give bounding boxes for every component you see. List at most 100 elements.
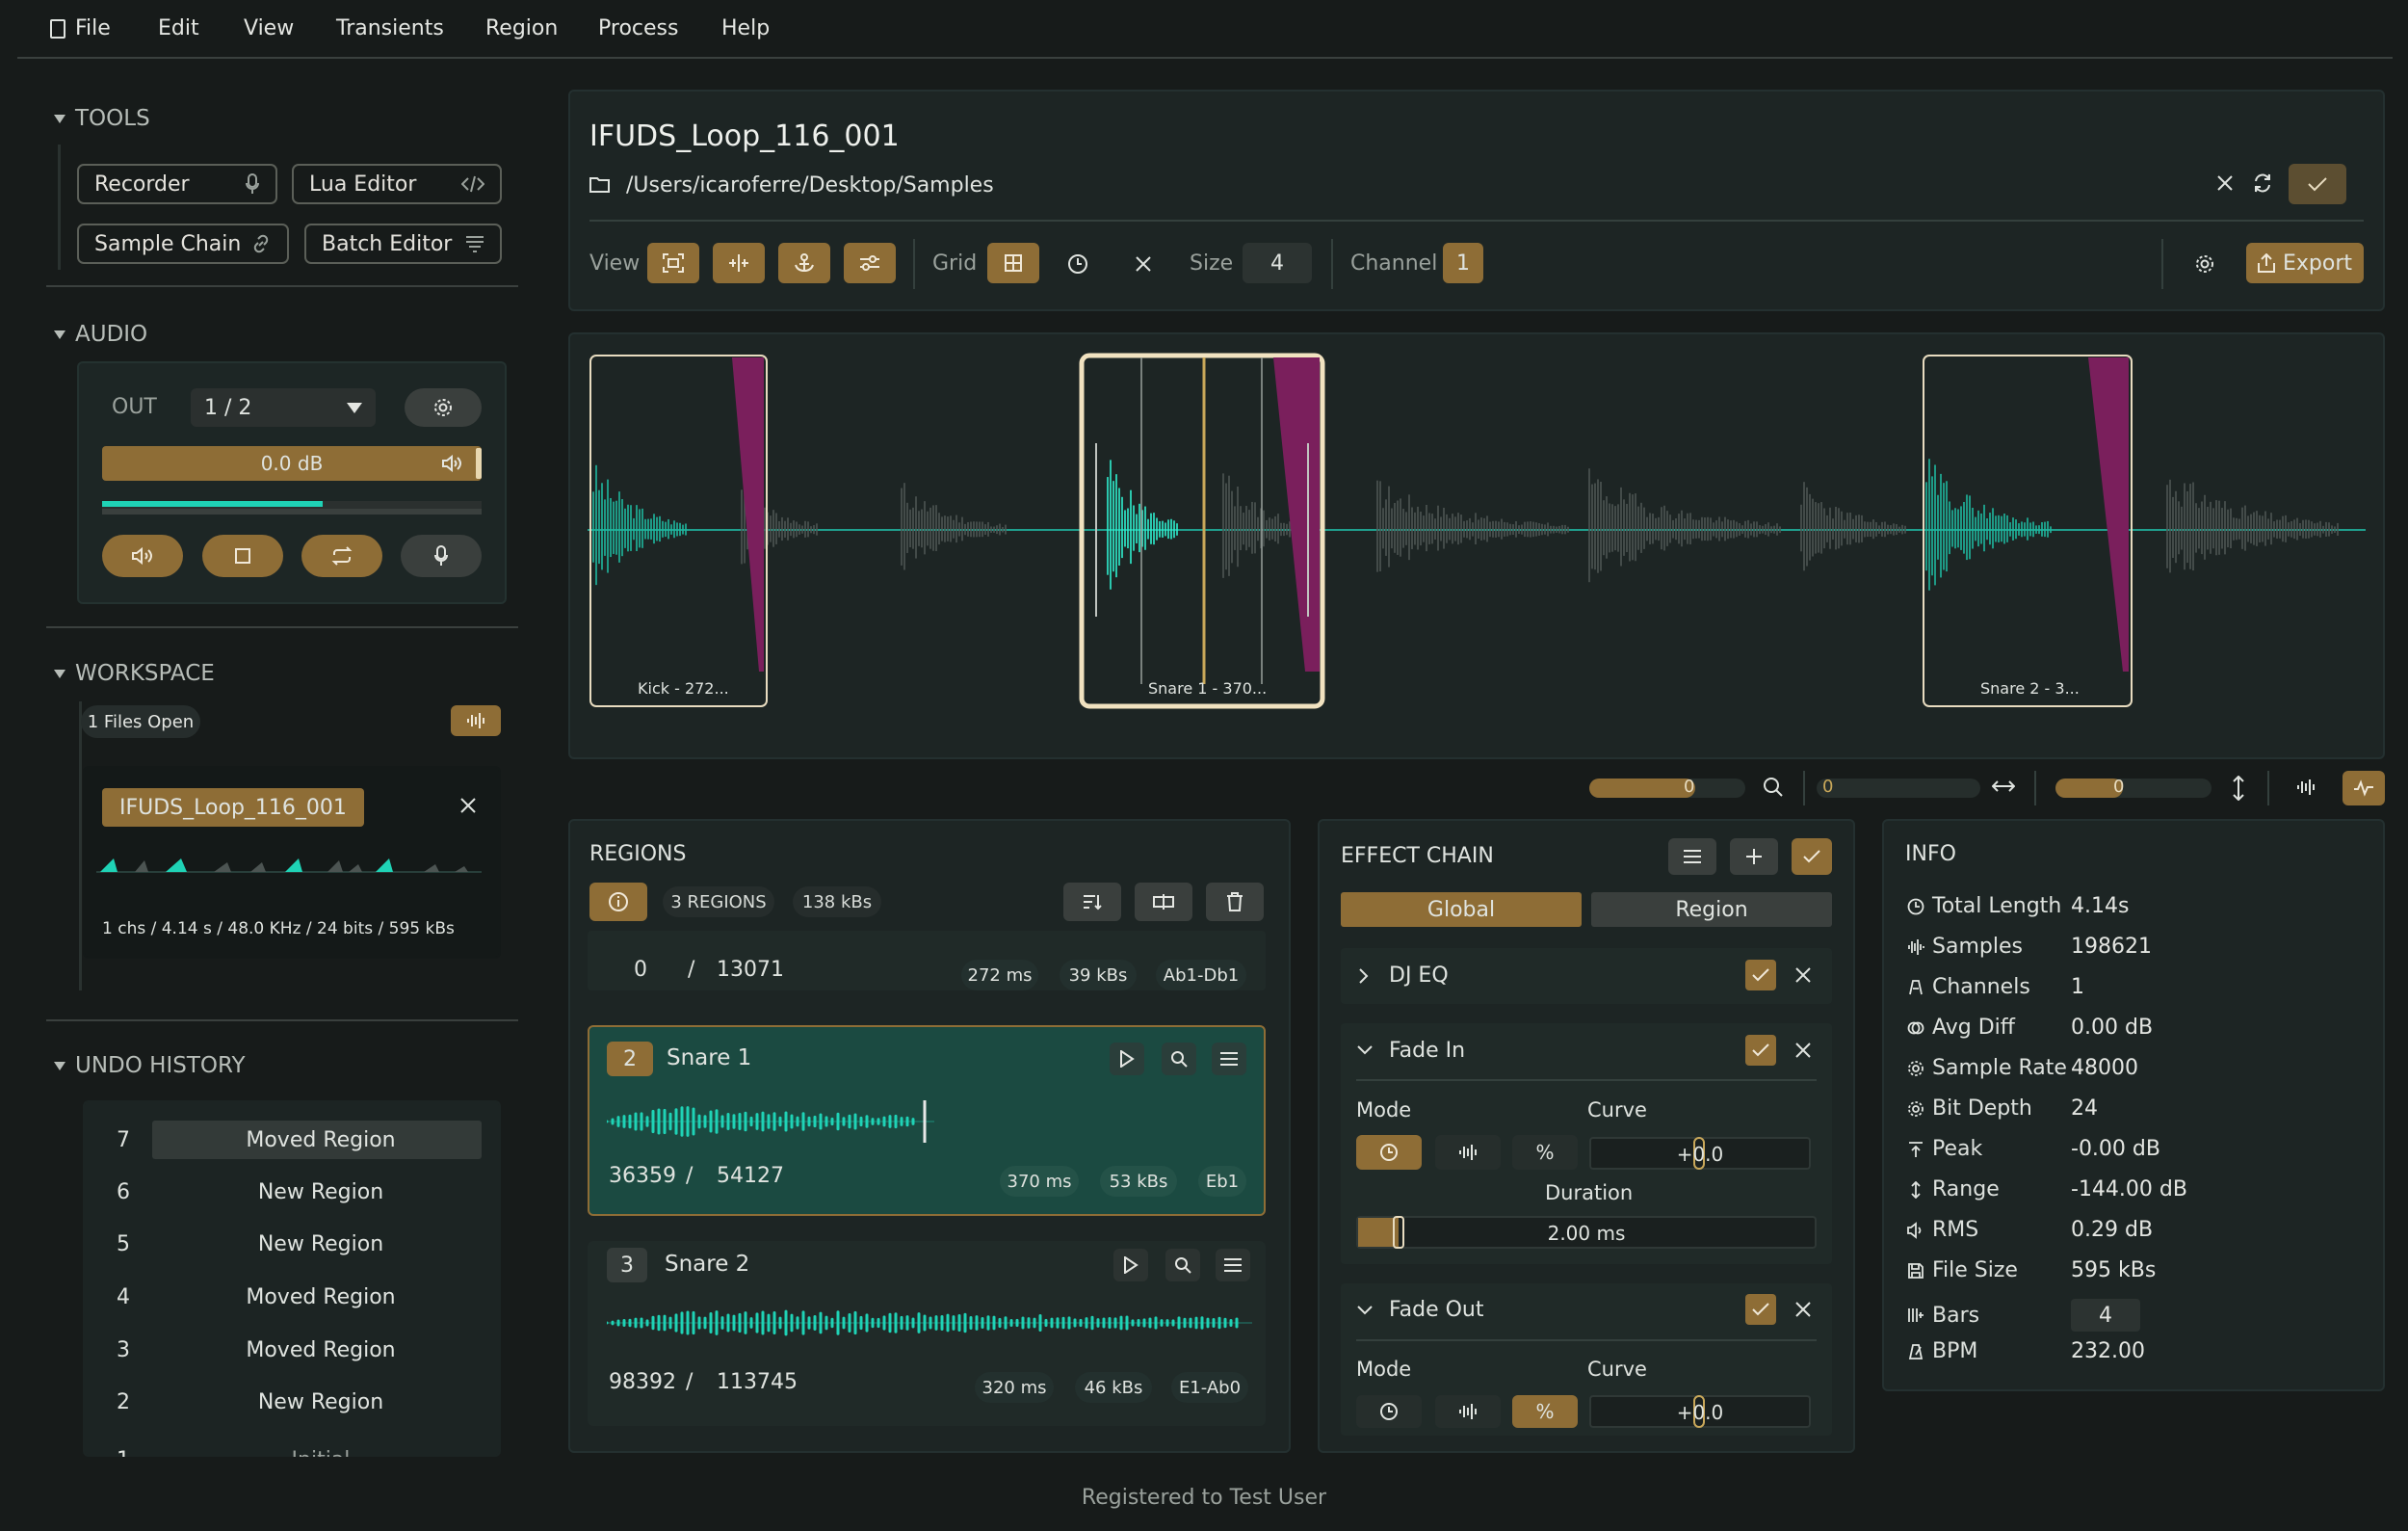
- audio-divider: [46, 626, 518, 628]
- waveform-view-button[interactable]: [451, 705, 501, 736]
- fade-in-mode-samples[interactable]: [1435, 1135, 1501, 1170]
- bars-input[interactable]: 4: [2071, 1299, 2140, 1332]
- grid-toggle-button[interactable]: [987, 243, 1039, 283]
- menu-file[interactable]: File: [75, 16, 111, 40]
- monitor-button[interactable]: [102, 535, 183, 577]
- speaker-icon: [1907, 1221, 1922, 1239]
- remove-dj-eq-icon[interactable]: [1794, 966, 1812, 984]
- fade-out-mode-samples[interactable]: [1435, 1395, 1501, 1428]
- confirm-button[interactable]: [2289, 164, 2346, 204]
- undo-item[interactable]: 2 New Region: [92, 1382, 487, 1422]
- close-icon[interactable]: [2216, 174, 2234, 192]
- chevron-down-icon[interactable]: [1356, 1044, 1374, 1056]
- audio-settings-button[interactable]: [405, 388, 482, 427]
- waveform-mode-icon[interactable]: [2296, 777, 2317, 798]
- gain-slider[interactable]: 0.0 dB: [102, 446, 482, 481]
- undo-item[interactable]: 5 New Region: [92, 1224, 487, 1264]
- main-waveform[interactable]: [588, 352, 2366, 718]
- record-input-button[interactable]: [401, 535, 482, 577]
- close-grid-icon[interactable]: [1135, 255, 1152, 273]
- fade-out-curve-slider[interactable]: +0.0: [1589, 1395, 1811, 1428]
- fit-icon: [663, 253, 684, 273]
- scroll-slider[interactable]: 0: [1817, 777, 1980, 798]
- fade-out-mode-time[interactable]: [1356, 1395, 1422, 1428]
- settings-gear-icon[interactable]: [2194, 253, 2215, 275]
- effect-list-button[interactable]: [1668, 838, 1716, 875]
- info-peak: Peak -0.00 dB: [1907, 1137, 2160, 1161]
- menu-edit[interactable]: Edit: [158, 16, 199, 40]
- export-button[interactable]: Export: [2246, 243, 2364, 283]
- search-icon[interactable]: [1763, 777, 1784, 798]
- undo-item[interactable]: 3 Moved Region: [92, 1330, 487, 1370]
- menu-view[interactable]: View: [244, 16, 294, 40]
- region-2-zoom-button[interactable]: [1162, 1043, 1196, 1075]
- vertical-zoom-slider[interactable]: 0: [2055, 777, 2212, 798]
- delete-regions-button[interactable]: [1206, 883, 1264, 921]
- undo-item[interactable]: 6 New Region: [92, 1172, 487, 1212]
- zoom-slider[interactable]: 0: [1589, 777, 1745, 798]
- fade-in-enable-checkbox[interactable]: [1745, 1035, 1776, 1066]
- menu-process[interactable]: Process: [598, 16, 678, 40]
- region-3-zoom-button[interactable]: [1165, 1249, 1200, 1281]
- gain-handle[interactable]: [476, 448, 482, 479]
- region-2-note: Eb1: [1198, 1166, 1246, 1197]
- undo-item-clipped[interactable]: 1Initial: [92, 1439, 487, 1458]
- sample-chain-button[interactable]: Sample Chain: [77, 224, 289, 264]
- regions-info-button[interactable]: [589, 883, 647, 921]
- remove-fade-out-icon[interactable]: [1794, 1301, 1812, 1318]
- view-settings-button[interactable]: [844, 243, 896, 283]
- spectral-mode-button[interactable]: [2343, 771, 2385, 805]
- tab-global[interactable]: Global: [1341, 892, 1582, 927]
- remove-fade-in-icon[interactable]: [1794, 1042, 1812, 1059]
- menu-help[interactable]: Help: [721, 16, 770, 40]
- view-split-button[interactable]: [713, 243, 765, 283]
- split-regions-button[interactable]: [1135, 883, 1192, 921]
- undo-item[interactable]: 4 Moved Region: [92, 1277, 487, 1317]
- vertical-arrows-icon[interactable]: [2231, 776, 2246, 801]
- apply-effects-button[interactable]: [1792, 838, 1832, 875]
- sort-regions-button[interactable]: [1063, 883, 1121, 921]
- tools-section-header[interactable]: TOOLS: [54, 106, 150, 131]
- menu-region[interactable]: Region: [485, 16, 558, 40]
- workspace-section-header[interactable]: WORKSPACE: [54, 661, 215, 686]
- size-input[interactable]: 4: [1243, 243, 1312, 283]
- view-anchor-button[interactable]: [778, 243, 830, 283]
- view-label: View: [589, 251, 641, 276]
- refresh-icon[interactable]: [2252, 172, 2273, 194]
- fade-out-enable-checkbox[interactable]: [1745, 1294, 1776, 1325]
- region-2-play-button[interactable]: [1110, 1043, 1144, 1075]
- info-icon: [609, 892, 628, 911]
- batch-editor-button[interactable]: Batch Editor: [304, 224, 502, 264]
- clock-icon[interactable]: [1067, 253, 1088, 275]
- chevron-down-icon[interactable]: [1356, 1305, 1374, 1316]
- undo-item[interactable]: 7 Moved Region: [92, 1120, 487, 1160]
- region-3-play-button[interactable]: [1113, 1249, 1148, 1281]
- view-fit-button[interactable]: [647, 243, 699, 283]
- fade-in-duration-slider[interactable]: 2.00 ms: [1356, 1216, 1817, 1249]
- output-select[interactable]: 1 / 2: [191, 388, 376, 427]
- stop-button[interactable]: [202, 535, 283, 577]
- fade-in-divider: [1356, 1079, 1817, 1081]
- fade-in-mode-time[interactable]: [1356, 1135, 1422, 1170]
- undo-section-header[interactable]: UNDO HISTORY: [54, 1053, 246, 1078]
- horizontal-arrows-icon[interactable]: [1992, 779, 2015, 794]
- audio-section-header[interactable]: AUDIO: [54, 322, 147, 347]
- fade-in-mode-percent[interactable]: %: [1512, 1135, 1578, 1170]
- region-3-menu-button[interactable]: [1216, 1249, 1250, 1281]
- lua-editor-button[interactable]: Lua Editor: [292, 164, 502, 204]
- menu-transients[interactable]: Transients: [336, 16, 444, 40]
- loop-button[interactable]: [301, 535, 382, 577]
- info-rms: RMS 0.29 dB: [1907, 1218, 2153, 1242]
- chevron-right-icon[interactable]: [1358, 967, 1370, 985]
- tab-region[interactable]: Region: [1591, 892, 1832, 927]
- channel-select[interactable]: 1: [1443, 243, 1483, 283]
- fade-out-mode-percent[interactable]: %: [1512, 1395, 1578, 1428]
- add-effect-button[interactable]: [1730, 838, 1778, 875]
- close-file-icon[interactable]: [458, 796, 478, 815]
- dj-eq-enable-checkbox[interactable]: [1745, 960, 1776, 990]
- recorder-button[interactable]: Recorder: [77, 164, 277, 204]
- link-icon: [253, 234, 269, 253]
- menu-divider: [17, 57, 2393, 59]
- fade-in-curve-slider[interactable]: +0.0: [1589, 1137, 1811, 1170]
- region-2-menu-button[interactable]: [1212, 1043, 1246, 1075]
